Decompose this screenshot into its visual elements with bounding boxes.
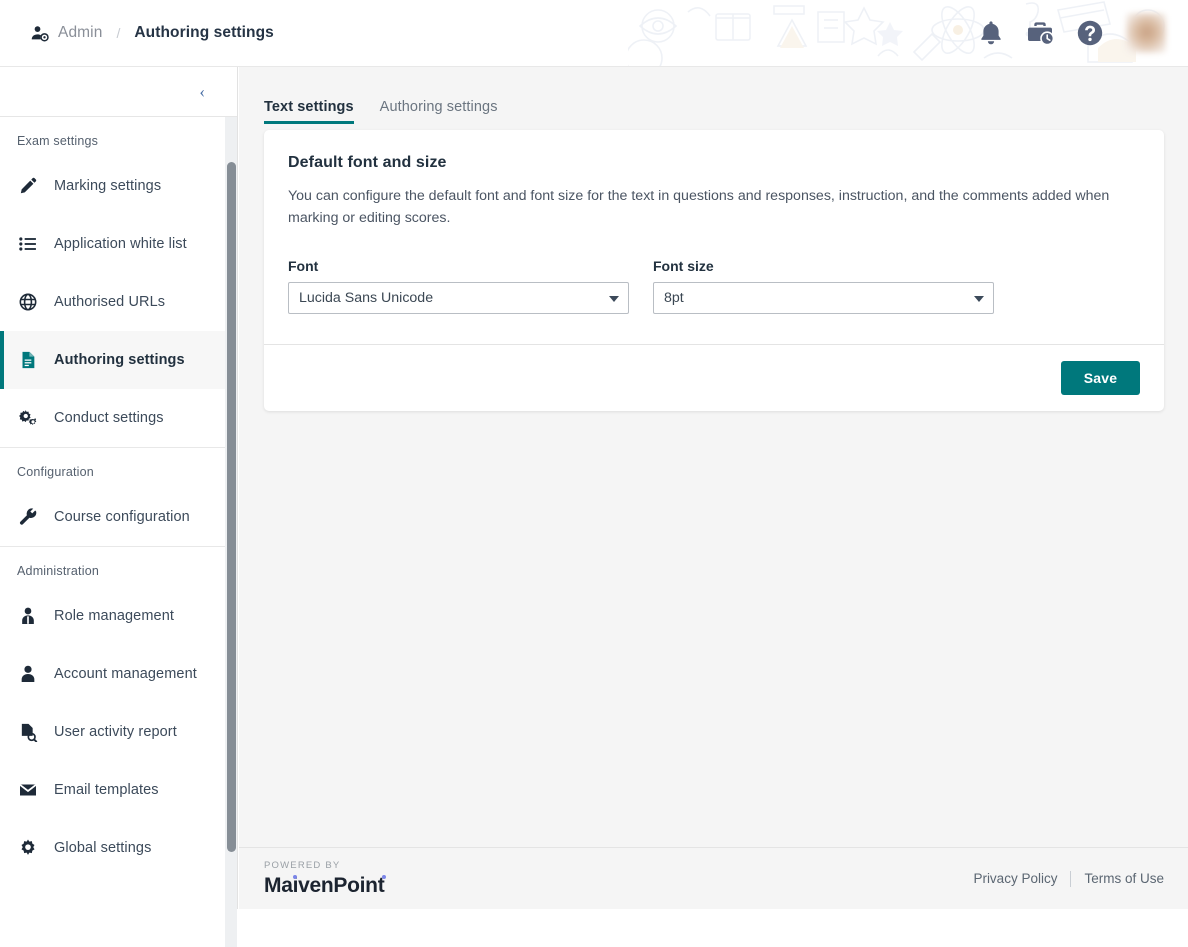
tab-text-settings[interactable]: Text settings [264, 99, 354, 124]
document-icon [17, 350, 39, 370]
font-select[interactable]: Lucida Sans Unicode [288, 282, 629, 314]
main-content: Text settings Authoring settings Default… [239, 67, 1188, 909]
sidebar-item-course-configuration[interactable]: Course configuration [0, 488, 237, 546]
sidebar-item-label: Authorised URLs [54, 294, 165, 310]
pencil-icon [17, 176, 39, 196]
font-field: Font Lucida Sans Unicode [288, 258, 629, 314]
breadcrumb: Admin / Authoring settings [30, 0, 274, 66]
sidebar-item-label: Marking settings [54, 178, 161, 194]
font-size-field: Font size 8pt [653, 258, 994, 314]
wrench-icon [17, 507, 39, 527]
card-body: Default font and size You can configure … [264, 130, 1164, 344]
user-admin-icon [30, 24, 49, 43]
sidebar-item-label: Email templates [54, 782, 159, 798]
sidebar-item-label: Course configuration [54, 509, 190, 525]
page-footer: POWERED BY MaivenPoint Privacy Policy Te… [239, 847, 1188, 909]
sidebar-item-global-settings[interactable]: Global settings [0, 819, 237, 877]
sidebar-item-role-management[interactable]: Role management [0, 587, 237, 645]
sidebar-item-user-activity-report[interactable]: User activity report [0, 703, 237, 761]
gear-icon [17, 838, 39, 858]
document-search-icon [17, 722, 39, 742]
field-row: Font Lucida Sans Unicode Font size 8pt [288, 258, 1140, 314]
help-icon[interactable] [1076, 19, 1104, 47]
footer-links: Privacy Policy Terms of Use [973, 871, 1164, 887]
card-footer: Save [264, 345, 1164, 411]
font-size-field-label: Font size [653, 258, 994, 274]
sidebar-item-label: Application white list [54, 236, 187, 252]
brand-dot-icon [382, 875, 386, 879]
sidebar-group-title: Exam settings [0, 117, 237, 157]
font-field-label: Font [288, 258, 629, 274]
font-size-select[interactable]: 8pt [653, 282, 994, 314]
breadcrumb-root[interactable]: Admin [58, 24, 102, 42]
envelope-icon [17, 780, 39, 800]
list-icon [17, 234, 39, 254]
breadcrumb-separator: / [116, 25, 120, 41]
terms-of-use-link[interactable]: Terms of Use [1084, 871, 1164, 886]
sidebar-item-authorised-urls[interactable]: Authorised URLs [0, 273, 237, 331]
chevron-down-icon [609, 296, 619, 302]
sidebar-group-exam-settings: Exam settings Marking settings [0, 117, 237, 448]
brand-name: MaivenPoint [264, 875, 384, 896]
privacy-policy-link[interactable]: Privacy Policy [973, 871, 1057, 886]
sidebar: ‹ Exam settings Marking settings [0, 67, 238, 909]
sidebar-item-label: Global settings [54, 840, 151, 856]
brand-logo: POWERED BY MaivenPoint [264, 861, 384, 896]
brand-name-text: MaivenPoint [264, 874, 384, 897]
notifications-icon[interactable] [978, 19, 1004, 47]
sidebar-item-authoring-settings[interactable]: Authoring settings [0, 331, 237, 389]
card-description: You can configure the default font and f… [288, 186, 1128, 230]
sidebar-scrollbar-track[interactable] [225, 117, 237, 947]
sidebar-group-title: Administration [0, 547, 237, 587]
sidebar-scrollbar-thumb[interactable] [227, 162, 236, 852]
font-select-value: Lucida Sans Unicode [299, 290, 433, 306]
avatar[interactable] [1126, 13, 1166, 53]
brand-dot-icon [293, 875, 297, 879]
sidebar-group-title: Configuration [0, 448, 237, 488]
sidebar-header: ‹ [0, 67, 237, 117]
sidebar-group-configuration: Configuration Course configuration [0, 448, 237, 547]
sidebar-item-label: Authoring settings [54, 352, 185, 368]
sidebar-group-administration: Administration Role management [0, 547, 237, 877]
gears-icon [17, 408, 39, 428]
sidebar-item-label: Role management [54, 608, 174, 624]
sidebar-item-label: Account management [54, 666, 197, 682]
sidebar-item-application-white-list[interactable]: Application white list [0, 215, 237, 273]
default-font-and-size-card: Default font and size You can configure … [264, 130, 1164, 411]
sidebar-item-account-management[interactable]: Account management [0, 645, 237, 703]
globe-icon [17, 292, 39, 312]
sidebar-item-label: User activity report [54, 724, 177, 740]
powered-by-label: POWERED BY [264, 861, 384, 871]
sidebar-item-email-templates[interactable]: Email templates [0, 761, 237, 819]
header-actions [978, 0, 1166, 66]
top-header: Admin / Authoring settings [0, 0, 1188, 67]
chevron-down-icon [974, 296, 984, 302]
sidebar-item-marking-settings[interactable]: Marking settings [0, 157, 237, 215]
card-title: Default font and size [288, 154, 1140, 172]
briefcase-clock-icon[interactable] [1026, 19, 1054, 47]
user-icon [17, 664, 39, 684]
chevron-left-icon[interactable]: ‹ [193, 79, 211, 104]
save-button[interactable]: Save [1061, 361, 1140, 395]
user-tie-icon [17, 606, 39, 626]
page-title: Authoring settings [134, 24, 274, 42]
footer-link-divider [1070, 871, 1071, 887]
sidebar-item-label: Conduct settings [54, 410, 164, 426]
tab-bar: Text settings Authoring settings [239, 67, 1188, 124]
tab-authoring-settings[interactable]: Authoring settings [380, 99, 498, 124]
sidebar-item-conduct-settings[interactable]: Conduct settings [0, 389, 237, 447]
sidebar-nav: Exam settings Marking settings [0, 117, 237, 908]
font-size-select-value: 8pt [664, 290, 684, 306]
